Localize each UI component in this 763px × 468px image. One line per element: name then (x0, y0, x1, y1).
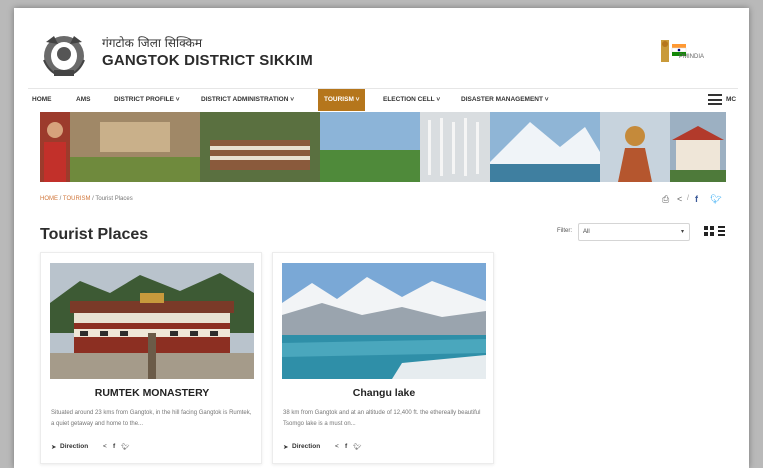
site-header: गंगटोक जिला सिक्किम GANGTOK DISTRICT SIK… (14, 8, 749, 86)
direction-link[interactable]: Direction (60, 443, 88, 450)
tourist-place-card[interactable]: RUMTEK MONASTERY Situated around 23 kms … (40, 252, 262, 464)
nav-ams[interactable]: AMS (76, 89, 90, 111)
twitter-icon[interactable]: 🐦︎ (353, 443, 361, 451)
hero-banner (40, 112, 726, 182)
rumtek-monastery-image[interactable] (50, 263, 254, 379)
card-actions: ➤ Direction < f 🐦︎ (51, 443, 251, 453)
print-icon[interactable]: ⎙ (662, 194, 669, 205)
facebook-icon[interactable]: f (113, 443, 115, 450)
menu-hamburger-icon[interactable] (708, 94, 722, 105)
site-title[interactable]: GANGTOK DISTRICT SIKKIM (102, 52, 313, 69)
twitter-icon[interactable]: 🐦︎ (710, 194, 721, 205)
list-view-icon[interactable] (718, 226, 725, 237)
grid-view-icon[interactable] (704, 226, 716, 237)
breadcrumb: HOME / TOURISM / Tourist Places (40, 196, 133, 202)
direction-icon[interactable]: ➤ (283, 443, 288, 451)
district-emblem-icon[interactable] (40, 30, 88, 80)
twitter-icon[interactable]: 🐦︎ (121, 443, 129, 451)
nav-disaster-management[interactable]: DISASTER MANAGEMENT ˅ (461, 89, 549, 111)
emblem-flag-icon (661, 40, 687, 62)
share-icon[interactable]: < (677, 194, 682, 204)
nav-election-cell[interactable]: ELECTION CELL ˅ (383, 89, 440, 111)
card-title[interactable]: Changu lake (273, 387, 495, 399)
nav-district-administration[interactable]: DISTRICT ADMINISTRATION ˅ (201, 89, 294, 111)
direction-icon[interactable]: ➤ (51, 443, 56, 451)
changu-lake-image[interactable] (282, 263, 486, 379)
filter-value: All (583, 229, 590, 235)
facebook-icon[interactable]: f (695, 194, 698, 204)
breadcrumb-home[interactable]: HOME (40, 196, 58, 202)
menu-label[interactable]: MC (726, 89, 736, 111)
card-description: Situated around 23 kms from Gangtok, in … (51, 410, 252, 427)
pmindia-label: PMINDIA (679, 54, 705, 60)
main-nav: HOME AMS DISTRICT PROFILE ˅ DISTRICT ADM… (28, 88, 738, 111)
facebook-icon[interactable]: f (345, 443, 347, 450)
filter-select[interactable]: All ▾ (578, 223, 690, 241)
card-actions: ➤ Direction < f 🐦︎ (283, 443, 483, 453)
breadcrumb-tourism[interactable]: TOURISM (63, 196, 91, 202)
card-title[interactable]: RUMTEK MONASTERY (41, 387, 263, 399)
site-title-hindi: गंगटोक जिला सिक्किम (102, 36, 203, 50)
nav-district-profile[interactable]: DISTRICT PROFILE ˅ (114, 89, 180, 111)
share-icon[interactable]: < (103, 443, 107, 450)
pmindia-logo[interactable]: PMINDIA (659, 38, 719, 68)
page: गंगटोक जिला सिक्किम GANGTOK DISTRICT SIK… (14, 8, 749, 468)
direction-link[interactable]: Direction (292, 443, 320, 450)
page-title: Tourist Places (40, 226, 149, 243)
chevron-down-icon: ▾ (680, 229, 684, 235)
share-separator: / (687, 195, 689, 202)
card-description: 38 km from Gangtok and at an altitude of… (283, 410, 481, 427)
page-share-tools: ⎙ < / f 🐦︎ (662, 194, 728, 206)
tourist-place-card[interactable]: Changu lake 38 km from Gangtok and at an… (272, 252, 494, 464)
filter-label: Filter: (557, 228, 572, 234)
nav-tourism[interactable]: TOURISM ˅ (318, 89, 366, 111)
breadcrumb-current: Tourist Places (95, 196, 133, 202)
nav-home[interactable]: HOME (32, 89, 52, 111)
share-icon[interactable]: < (335, 443, 339, 450)
